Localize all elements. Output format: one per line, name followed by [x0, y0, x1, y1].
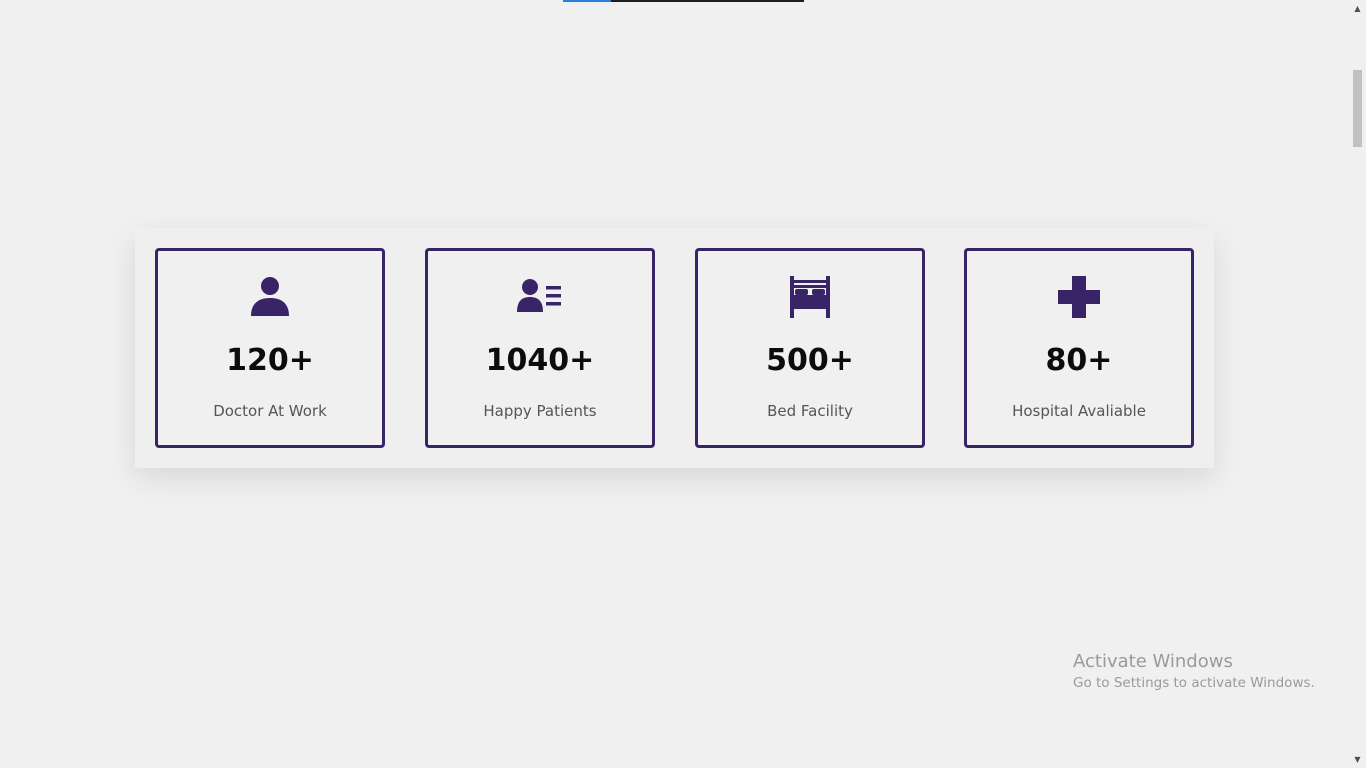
page: 120+ Doctor At Work 1040+ Happy Patients [0, 0, 1366, 768]
stat-value: 120+ [226, 343, 314, 378]
stat-value: 1040+ [485, 343, 595, 378]
stat-label: Bed Facility [767, 402, 853, 420]
scroll-up-arrow-icon[interactable]: ▲ [1349, 0, 1366, 17]
scroll-thumb[interactable] [1353, 70, 1362, 147]
stat-value: 80+ [1045, 343, 1113, 378]
plus-icon [1056, 274, 1102, 320]
top-progress-line [563, 0, 804, 2]
user-icon [247, 274, 293, 320]
activate-windows-watermark: Activate Windows Go to Settings to activ… [1073, 651, 1315, 691]
top-progress-fill [563, 0, 612, 2]
stat-card-hospitals: 80+ Hospital Avaliable [964, 248, 1194, 448]
stat-card-doctors: 120+ Doctor At Work [155, 248, 385, 448]
stats-panel: 120+ Doctor At Work 1040+ Happy Patients [135, 228, 1214, 468]
watermark-title: Activate Windows [1073, 651, 1233, 672]
stat-label: Happy Patients [483, 402, 597, 420]
bed-icon [787, 274, 833, 320]
vertical-scrollbar[interactable]: ▲ ▼ [1349, 0, 1366, 768]
stat-label: Hospital Avaliable [1012, 402, 1146, 420]
scroll-down-arrow-icon[interactable]: ▼ [1349, 751, 1366, 768]
patient-list-icon [517, 274, 563, 320]
stat-card-beds: 500+ Bed Facility [695, 248, 925, 448]
stat-card-patients: 1040+ Happy Patients [425, 248, 655, 448]
stat-value: 500+ [766, 343, 854, 378]
watermark-subtitle: Go to Settings to activate Windows. [1073, 675, 1315, 691]
stat-label: Doctor At Work [213, 402, 327, 420]
